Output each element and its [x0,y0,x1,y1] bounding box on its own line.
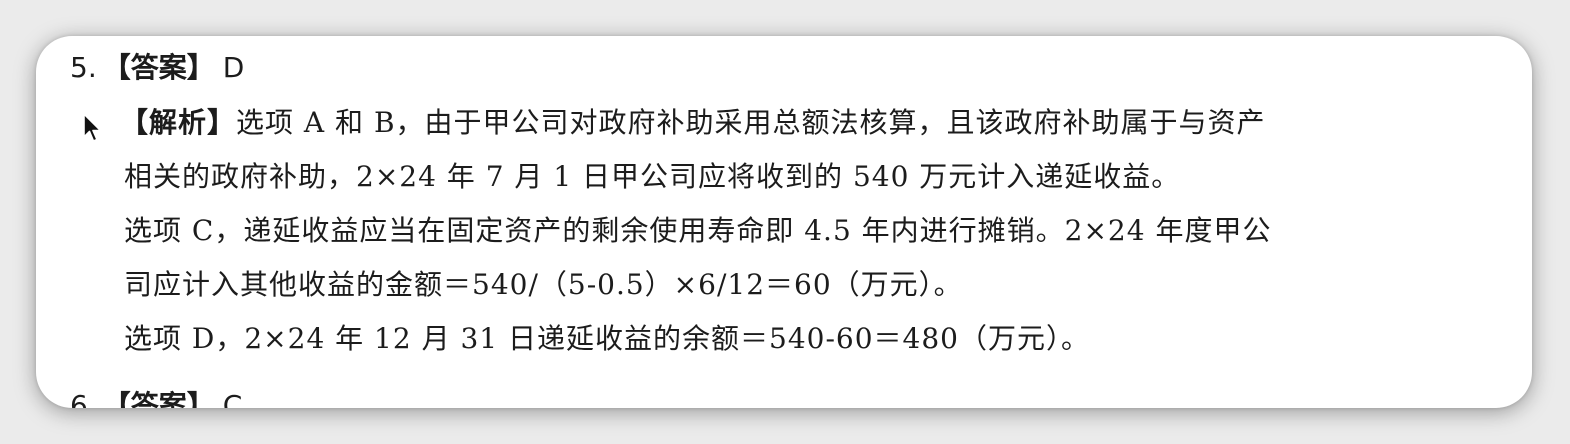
q5-answer-label: 【答案】 [102,51,215,84]
q5-analysis-line-5: 选项 D，2×24 年 12 月 31 日递延收益的余额＝540-60＝480（… [124,322,1090,355]
q5-analysis-label: 【解析】 [120,106,237,139]
q6-number: 6. [70,389,97,408]
document-page: 5. 【答案】 D 【解析】选项 A 和 B，由于甲公司对政府补助采用总额法核算，且… [36,36,1532,408]
q5-answer-heading: 5. 【答案】 D [70,50,244,86]
q5-analysis-line-1: 【解析】选项 A 和 B，由于甲公司对政府补助采用总额法核算，且该政府补助属于与… [120,106,1266,139]
q5-analysis-line-4: 司应计入其他收益的金额＝540/（5-0.5）×6/12＝60（万元）。 [124,268,963,301]
q5-number: 5. [70,51,97,84]
mouse-pointer-icon [83,113,102,142]
q6-answer-value: C [222,389,243,408]
answer-explanation: 5. 【答案】 D 【解析】选项 A 和 B，由于甲公司对政府补助采用总额法核算，且… [36,36,1532,408]
q5-answer-value: D [222,51,245,84]
q6-answer-heading: 6. 【答案】 C [70,388,242,408]
q5-analysis-line-2: 相关的政府补助，2×24 年 7 月 1 日甲公司应将收到的 540 万元计入递… [124,160,1181,193]
q5-analysis-line-3: 选项 C，递延收益应当在固定资产的剩余使用寿命即 4.5 年内进行摊销。2×24… [124,214,1272,247]
q6-answer-label: 【答案】 [102,389,215,408]
